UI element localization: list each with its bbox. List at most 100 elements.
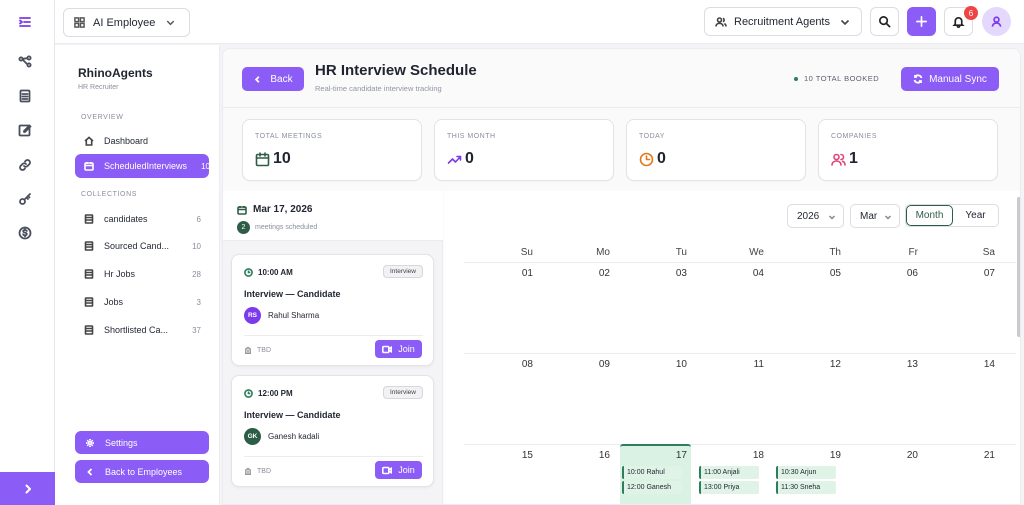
settings-label: Settings bbox=[105, 437, 138, 448]
meeting-time: 10:00 AM bbox=[244, 268, 293, 277]
stat-label: TOTAL MEETINGS bbox=[255, 133, 323, 140]
sidebar-item-label: Shortlisted Ca... bbox=[104, 325, 169, 335]
sidebar-item-count: 6 bbox=[196, 214, 201, 224]
calendar-day[interactable]: 13 bbox=[849, 359, 926, 370]
year-select[interactable]: 2026 bbox=[787, 204, 844, 228]
meeting-type-tag: Interview bbox=[382, 386, 423, 399]
add-button[interactable] bbox=[907, 7, 936, 36]
meeting-card[interactable]: 10:00 AM Interview Interview — Candidate… bbox=[231, 254, 434, 366]
calendar-event[interactable]: 10:30 Arjun bbox=[776, 466, 836, 479]
calendar-event[interactable]: 12:00 Ganesh bbox=[622, 481, 682, 494]
week-divider bbox=[464, 353, 1016, 354]
meeting-count-label: meetings scheduled bbox=[255, 224, 318, 231]
sidebar-item-dashboard[interactable]: Dashboard bbox=[75, 129, 209, 153]
calendar: 2026 Mar Month Year Su Mo Tu We Th Fr Sa 01 02 03… bbox=[444, 191, 1020, 504]
clock-icon bbox=[244, 389, 253, 398]
stat-value: 1 bbox=[849, 150, 858, 167]
notification-badge: 6 bbox=[964, 6, 978, 20]
back-to-employees-button[interactable]: Back to Employees bbox=[75, 460, 209, 483]
sidebar-item-count: 3 bbox=[196, 297, 201, 307]
calendar-day[interactable]: 16 bbox=[541, 450, 618, 461]
user-avatar[interactable] bbox=[982, 7, 1011, 36]
weekday-header: Fr bbox=[908, 247, 918, 258]
view-year-button[interactable]: Year bbox=[953, 205, 998, 226]
view-month-button[interactable]: Month bbox=[906, 205, 953, 226]
join-label: Join bbox=[398, 344, 415, 354]
sidebar-item-shortlisted-candidates[interactable]: Shortlisted Ca... 37 bbox=[75, 318, 209, 342]
calendar-day[interactable]: 17 bbox=[618, 450, 695, 461]
calendar-day[interactable]: 19 bbox=[772, 450, 849, 461]
day-panel: Mar 17, 2026 2 meetings scheduled 10:00 … bbox=[223, 191, 443, 504]
calendar-day[interactable]: 05 bbox=[772, 268, 849, 279]
calendar-day[interactable]: 10 bbox=[618, 359, 695, 370]
calendar-day[interactable]: 09 bbox=[541, 359, 618, 370]
clock-icon bbox=[639, 152, 654, 167]
calendar-day[interactable]: 14 bbox=[926, 359, 1003, 370]
link-icon[interactable] bbox=[18, 158, 32, 172]
workflow-icon[interactable] bbox=[18, 55, 32, 69]
sidebar-item-label: candidates bbox=[104, 214, 148, 224]
status-dot bbox=[794, 76, 798, 81]
back-button[interactable]: Back bbox=[242, 67, 304, 91]
week-divider bbox=[464, 444, 1016, 445]
calendar-day[interactable]: 15 bbox=[464, 450, 541, 461]
calendar-day[interactable]: 06 bbox=[849, 268, 926, 279]
meeting-attendee: GK Ganesh kadali bbox=[244, 428, 319, 445]
divider bbox=[244, 456, 423, 457]
calendar-event[interactable]: 10:00 Rahul bbox=[622, 466, 682, 479]
calendar-day[interactable]: 04 bbox=[695, 268, 772, 279]
sidebar-item-candidates[interactable]: candidates 6 bbox=[75, 207, 209, 231]
meeting-type-tag: Interview bbox=[382, 265, 423, 278]
document-icon[interactable] bbox=[18, 89, 32, 103]
calendar-event[interactable]: 13:00 Priya bbox=[699, 481, 759, 494]
weekday-header: Th bbox=[829, 247, 841, 258]
meeting-count: 2 meetings scheduled bbox=[237, 221, 317, 234]
sidebar-item-count: 10 bbox=[192, 241, 201, 251]
meeting-location: TBD bbox=[244, 467, 271, 475]
edit-icon[interactable] bbox=[18, 123, 32, 137]
sidebar-item-label: Jobs bbox=[104, 297, 124, 307]
sidebar-item-hr-jobs[interactable]: Hr Jobs 28 bbox=[75, 262, 209, 286]
key-icon[interactable] bbox=[18, 192, 32, 206]
stat-value: 10 bbox=[273, 150, 291, 167]
settings-button[interactable]: Settings bbox=[75, 431, 209, 454]
expand-sidebar-button[interactable] bbox=[0, 472, 55, 505]
menu-collapse-icon[interactable] bbox=[18, 15, 32, 29]
page-title: HR Interview Schedule bbox=[315, 62, 477, 79]
calendar-day[interactable]: 20 bbox=[849, 450, 926, 461]
scrollbar[interactable] bbox=[1017, 197, 1020, 337]
avatar: RS bbox=[244, 307, 261, 324]
join-button[interactable]: Join bbox=[375, 340, 422, 358]
sidebar-item-sourced-candidates[interactable]: Sourced Cand... 10 bbox=[75, 234, 209, 258]
calendar-day[interactable]: 12 bbox=[772, 359, 849, 370]
employee-select[interactable]: AI Employee bbox=[63, 8, 190, 37]
meeting-title: Interview — Candidate bbox=[244, 289, 341, 299]
calendar-day[interactable]: 08 bbox=[464, 359, 541, 370]
calendar-day[interactable]: 21 bbox=[926, 450, 1003, 461]
dollar-icon[interactable] bbox=[18, 226, 32, 240]
calendar-day[interactable]: 01 bbox=[464, 268, 541, 279]
calendar-day[interactable]: 18 bbox=[695, 450, 772, 461]
calendar-day[interactable]: 07 bbox=[926, 268, 1003, 279]
calendar-day[interactable]: 11 bbox=[695, 359, 772, 370]
building-icon bbox=[245, 346, 251, 354]
manual-sync-button[interactable]: Manual Sync bbox=[901, 67, 999, 91]
weekday-header: Sa bbox=[982, 247, 995, 258]
join-button[interactable]: Join bbox=[375, 461, 422, 479]
chevron-left-icon bbox=[255, 75, 260, 83]
calendar-day[interactable]: 03 bbox=[618, 268, 695, 279]
agent-select[interactable]: Recruitment Agents bbox=[704, 7, 862, 36]
sidebar-item-jobs[interactable]: Jobs 3 bbox=[75, 290, 209, 314]
meeting-card[interactable]: 12:00 PM Interview Interview — Candidate… bbox=[231, 375, 434, 487]
month-select[interactable]: Mar bbox=[850, 204, 900, 228]
calendar-event[interactable]: 11:30 Sneha bbox=[776, 481, 836, 494]
calendar-event[interactable]: 11:00 Anjali bbox=[699, 466, 759, 479]
search-button[interactable] bbox=[870, 7, 899, 36]
calendar-day[interactable]: 02 bbox=[541, 268, 618, 279]
meeting-attendee: RS Rahul Sharma bbox=[244, 307, 319, 324]
meeting-time-label: 10:00 AM bbox=[258, 268, 293, 277]
main-panel: Back HR Interview Schedule Real-time can… bbox=[222, 48, 1021, 505]
stat-this-month: THIS MONTH 0 bbox=[434, 119, 614, 181]
trend-up-icon bbox=[447, 152, 462, 167]
sidebar-item-scheduled-interviews[interactable]: ScheduledInterviews 10 bbox=[75, 154, 210, 178]
